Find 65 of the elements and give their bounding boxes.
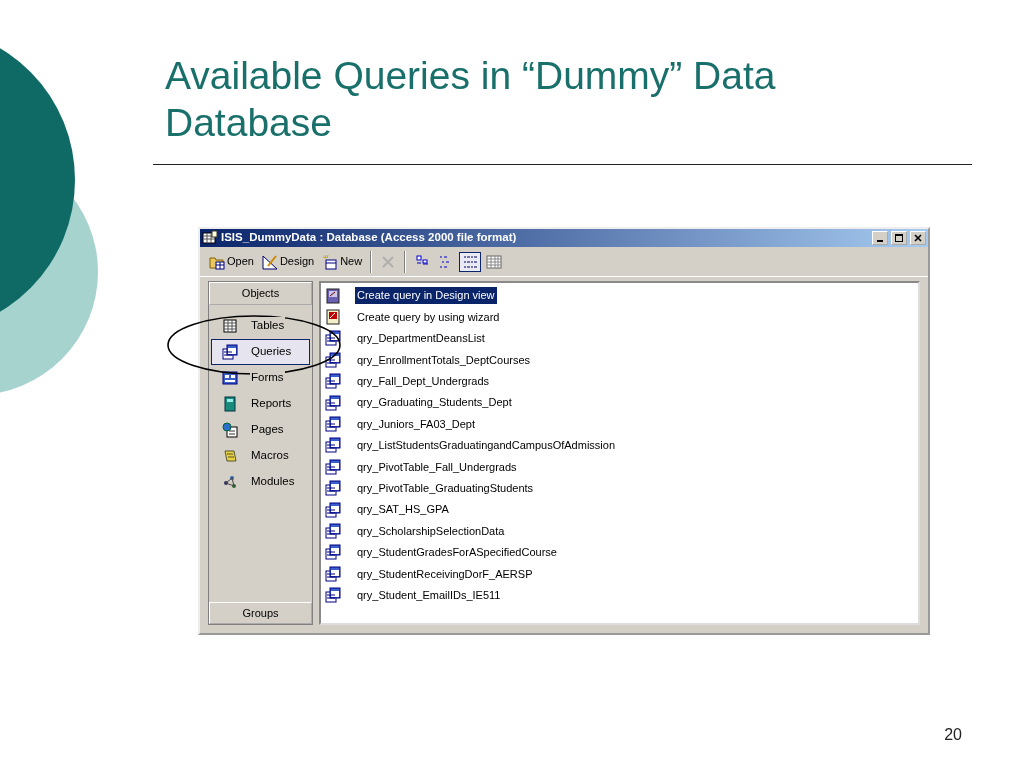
object-type-item[interactable]: Forms xyxy=(211,364,310,391)
query-icon xyxy=(325,394,341,411)
query-icon xyxy=(325,351,341,368)
form-icon xyxy=(222,369,238,386)
object-item[interactable]: qry_SAT_HS_GPA xyxy=(355,501,451,518)
slide-title: Available Queries in “Dummy” Data Database xyxy=(164,53,777,146)
maximize-button[interactable] xyxy=(891,231,907,245)
object-item[interactable]: qry_Fall_Dept_Undergrads xyxy=(355,373,492,390)
groups-header[interactable]: Groups xyxy=(209,601,312,624)
open-button[interactable]: Open xyxy=(206,251,257,272)
design-button[interactable]: Design xyxy=(258,251,318,272)
object-item[interactable]: qry_Graduating_Students_Dept xyxy=(355,394,514,411)
objects-header[interactable]: Objects xyxy=(209,282,312,305)
molecule-icon xyxy=(222,473,238,490)
object-type-item[interactable]: Modules xyxy=(211,468,310,495)
object-item[interactable]: qry_EnrollmentTotals_DeptCourses xyxy=(355,351,533,369)
object-item[interactable]: qry_Juniors_FA03_Dept xyxy=(355,415,477,433)
object-item[interactable]: qry_PivotTable_Fall_Undergrads xyxy=(355,458,519,476)
details-view-icon xyxy=(486,253,503,270)
query-icon xyxy=(325,587,341,604)
list-button[interactable] xyxy=(459,251,482,272)
table-grid-icon xyxy=(222,317,238,334)
database-icon xyxy=(202,230,218,246)
object-type-item[interactable]: Reports xyxy=(211,390,310,417)
minimize-button[interactable] xyxy=(872,231,888,245)
query-icon xyxy=(325,523,341,539)
close-button[interactable] xyxy=(910,231,926,245)
new-object-icon xyxy=(322,253,339,270)
globe-page-icon xyxy=(222,421,238,438)
object-item[interactable]: qry_StudentGradesForASpecifiedCourse xyxy=(355,544,559,561)
object-item[interactable]: Create query in Design view xyxy=(355,287,497,304)
object-item[interactable]: Create query by using wizard xyxy=(355,308,502,326)
object-item[interactable]: qry_PivotTable_GraduatingStudents xyxy=(355,479,536,497)
object-item[interactable]: qry_Student_EmailIDs_IE511 xyxy=(355,586,503,604)
query-icon xyxy=(325,437,341,454)
ruler-pencil-icon xyxy=(261,253,278,270)
report-icon xyxy=(222,395,238,412)
object-type-item[interactable]: Tables xyxy=(211,312,310,339)
object-type-item[interactable]: Macros xyxy=(211,442,310,469)
query-icon xyxy=(222,343,238,360)
query-icon xyxy=(325,544,341,561)
scroll-icon xyxy=(222,447,238,464)
query-icon xyxy=(325,480,341,497)
new-button[interactable]: New xyxy=(319,251,366,272)
query-icon xyxy=(325,501,341,518)
delete-x-icon xyxy=(380,253,397,270)
object-item[interactable]: qry_StudentReceivingDorF_AERSP xyxy=(355,565,535,582)
minimize-icon xyxy=(877,240,883,242)
object-item[interactable]: qry_ScholarshipSelectionData xyxy=(355,522,507,540)
wizard-icon xyxy=(325,309,341,326)
query-icon xyxy=(325,373,341,390)
object-type-item[interactable]: Pages xyxy=(211,416,310,443)
object-item[interactable]: qry_DepartmentDeansList xyxy=(355,330,487,347)
list-view-icon xyxy=(462,253,479,270)
query-icon xyxy=(325,416,341,433)
design-query-icon xyxy=(325,287,341,304)
query-icon xyxy=(325,330,341,347)
object-type-item[interactable]: Queries xyxy=(211,338,310,365)
query-icon xyxy=(325,458,341,475)
window-title: ISIS_DummyData : Database (Access 2000 file format) xyxy=(221,230,518,246)
query-icon xyxy=(325,565,341,582)
object-item[interactable]: qry_ListStudentsGraduatingandCampusOfAdmission xyxy=(355,437,618,454)
page-number: 20 xyxy=(943,725,963,745)
maximize-icon xyxy=(894,233,904,243)
close-icon xyxy=(913,233,923,243)
